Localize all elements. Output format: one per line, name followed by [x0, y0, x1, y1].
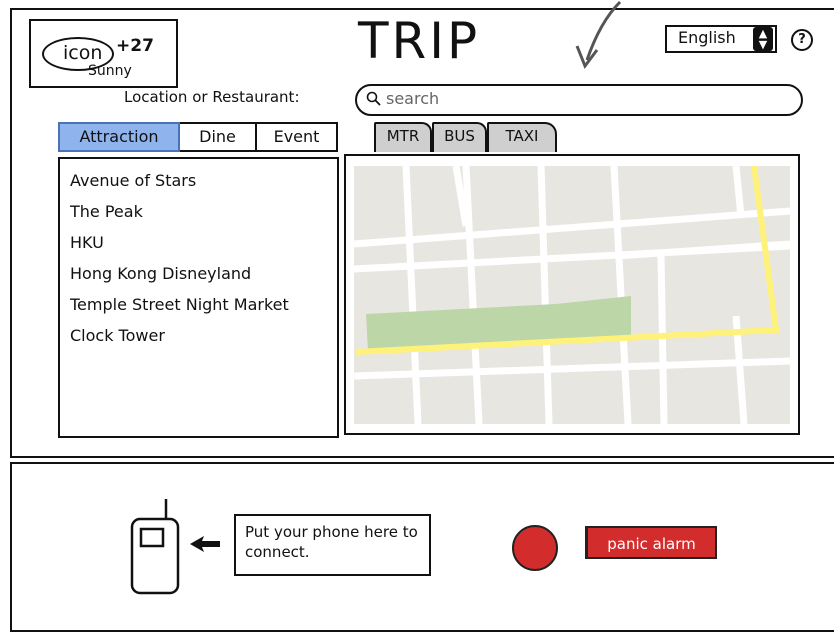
tab-event[interactable]: Event — [255, 122, 338, 152]
tab-dine[interactable]: Dine — [180, 122, 257, 152]
search-icon — [366, 91, 381, 106]
list-item[interactable]: HKU — [70, 229, 327, 260]
tab-attraction[interactable]: Attraction — [58, 122, 180, 152]
phone-connect-instruction: Put your phone here to connect. — [234, 514, 431, 576]
record-indicator-icon — [512, 525, 558, 571]
list-item[interactable]: Avenue of Stars — [70, 167, 327, 198]
tab-mtr[interactable]: MTR — [374, 122, 432, 152]
attraction-list: Avenue of Stars The Peak HKU Hong Kong D… — [58, 157, 339, 438]
search-placeholder: search — [386, 89, 440, 108]
tab-bus[interactable]: BUS — [432, 122, 487, 152]
list-item[interactable]: Hong Kong Disneyland — [70, 260, 327, 291]
pointer-arrow-icon — [575, 0, 622, 70]
weather-condition: Sunny — [88, 63, 132, 79]
weather-icon-label: icon — [63, 42, 103, 64]
arrow-left-icon — [190, 536, 220, 552]
phone-icon — [130, 499, 180, 595]
list-item[interactable]: The Peak — [70, 198, 327, 229]
list-item[interactable]: Clock Tower — [70, 322, 327, 353]
app-title: TRIP — [358, 12, 481, 70]
panic-alarm-button[interactable]: panic alarm — [585, 526, 717, 559]
tab-taxi[interactable]: TAXI — [487, 122, 557, 152]
list-item[interactable]: Temple Street Night Market — [70, 291, 327, 322]
language-selected-value: English — [678, 28, 736, 47]
map-view[interactable] — [344, 154, 800, 435]
map-image — [346, 156, 798, 433]
weather-temperature: +27 — [116, 36, 154, 56]
search-label: Location or Restaurant: — [124, 88, 300, 106]
language-stepper-icon[interactable]: ▲ ▼ — [753, 27, 773, 51]
help-icon[interactable]: ? — [791, 29, 813, 51]
